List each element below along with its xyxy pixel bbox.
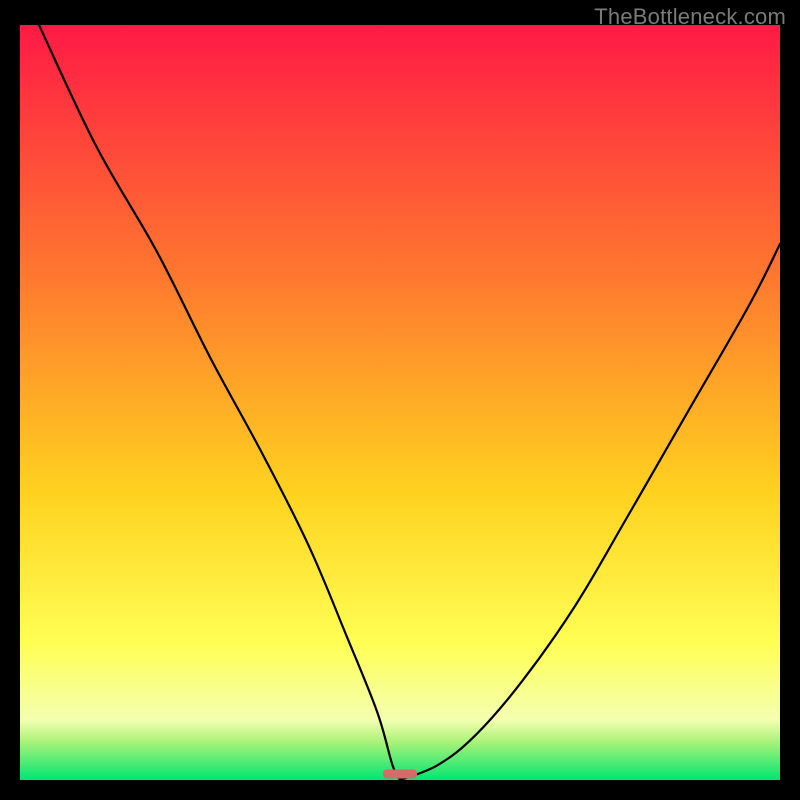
- gradient-background: [20, 25, 780, 780]
- chart-frame: TheBottleneck.com: [0, 0, 800, 800]
- minimum-marker: [383, 769, 417, 778]
- chart-svg: [20, 25, 780, 780]
- plot-area: [20, 25, 780, 780]
- watermark-text: TheBottleneck.com: [594, 4, 786, 30]
